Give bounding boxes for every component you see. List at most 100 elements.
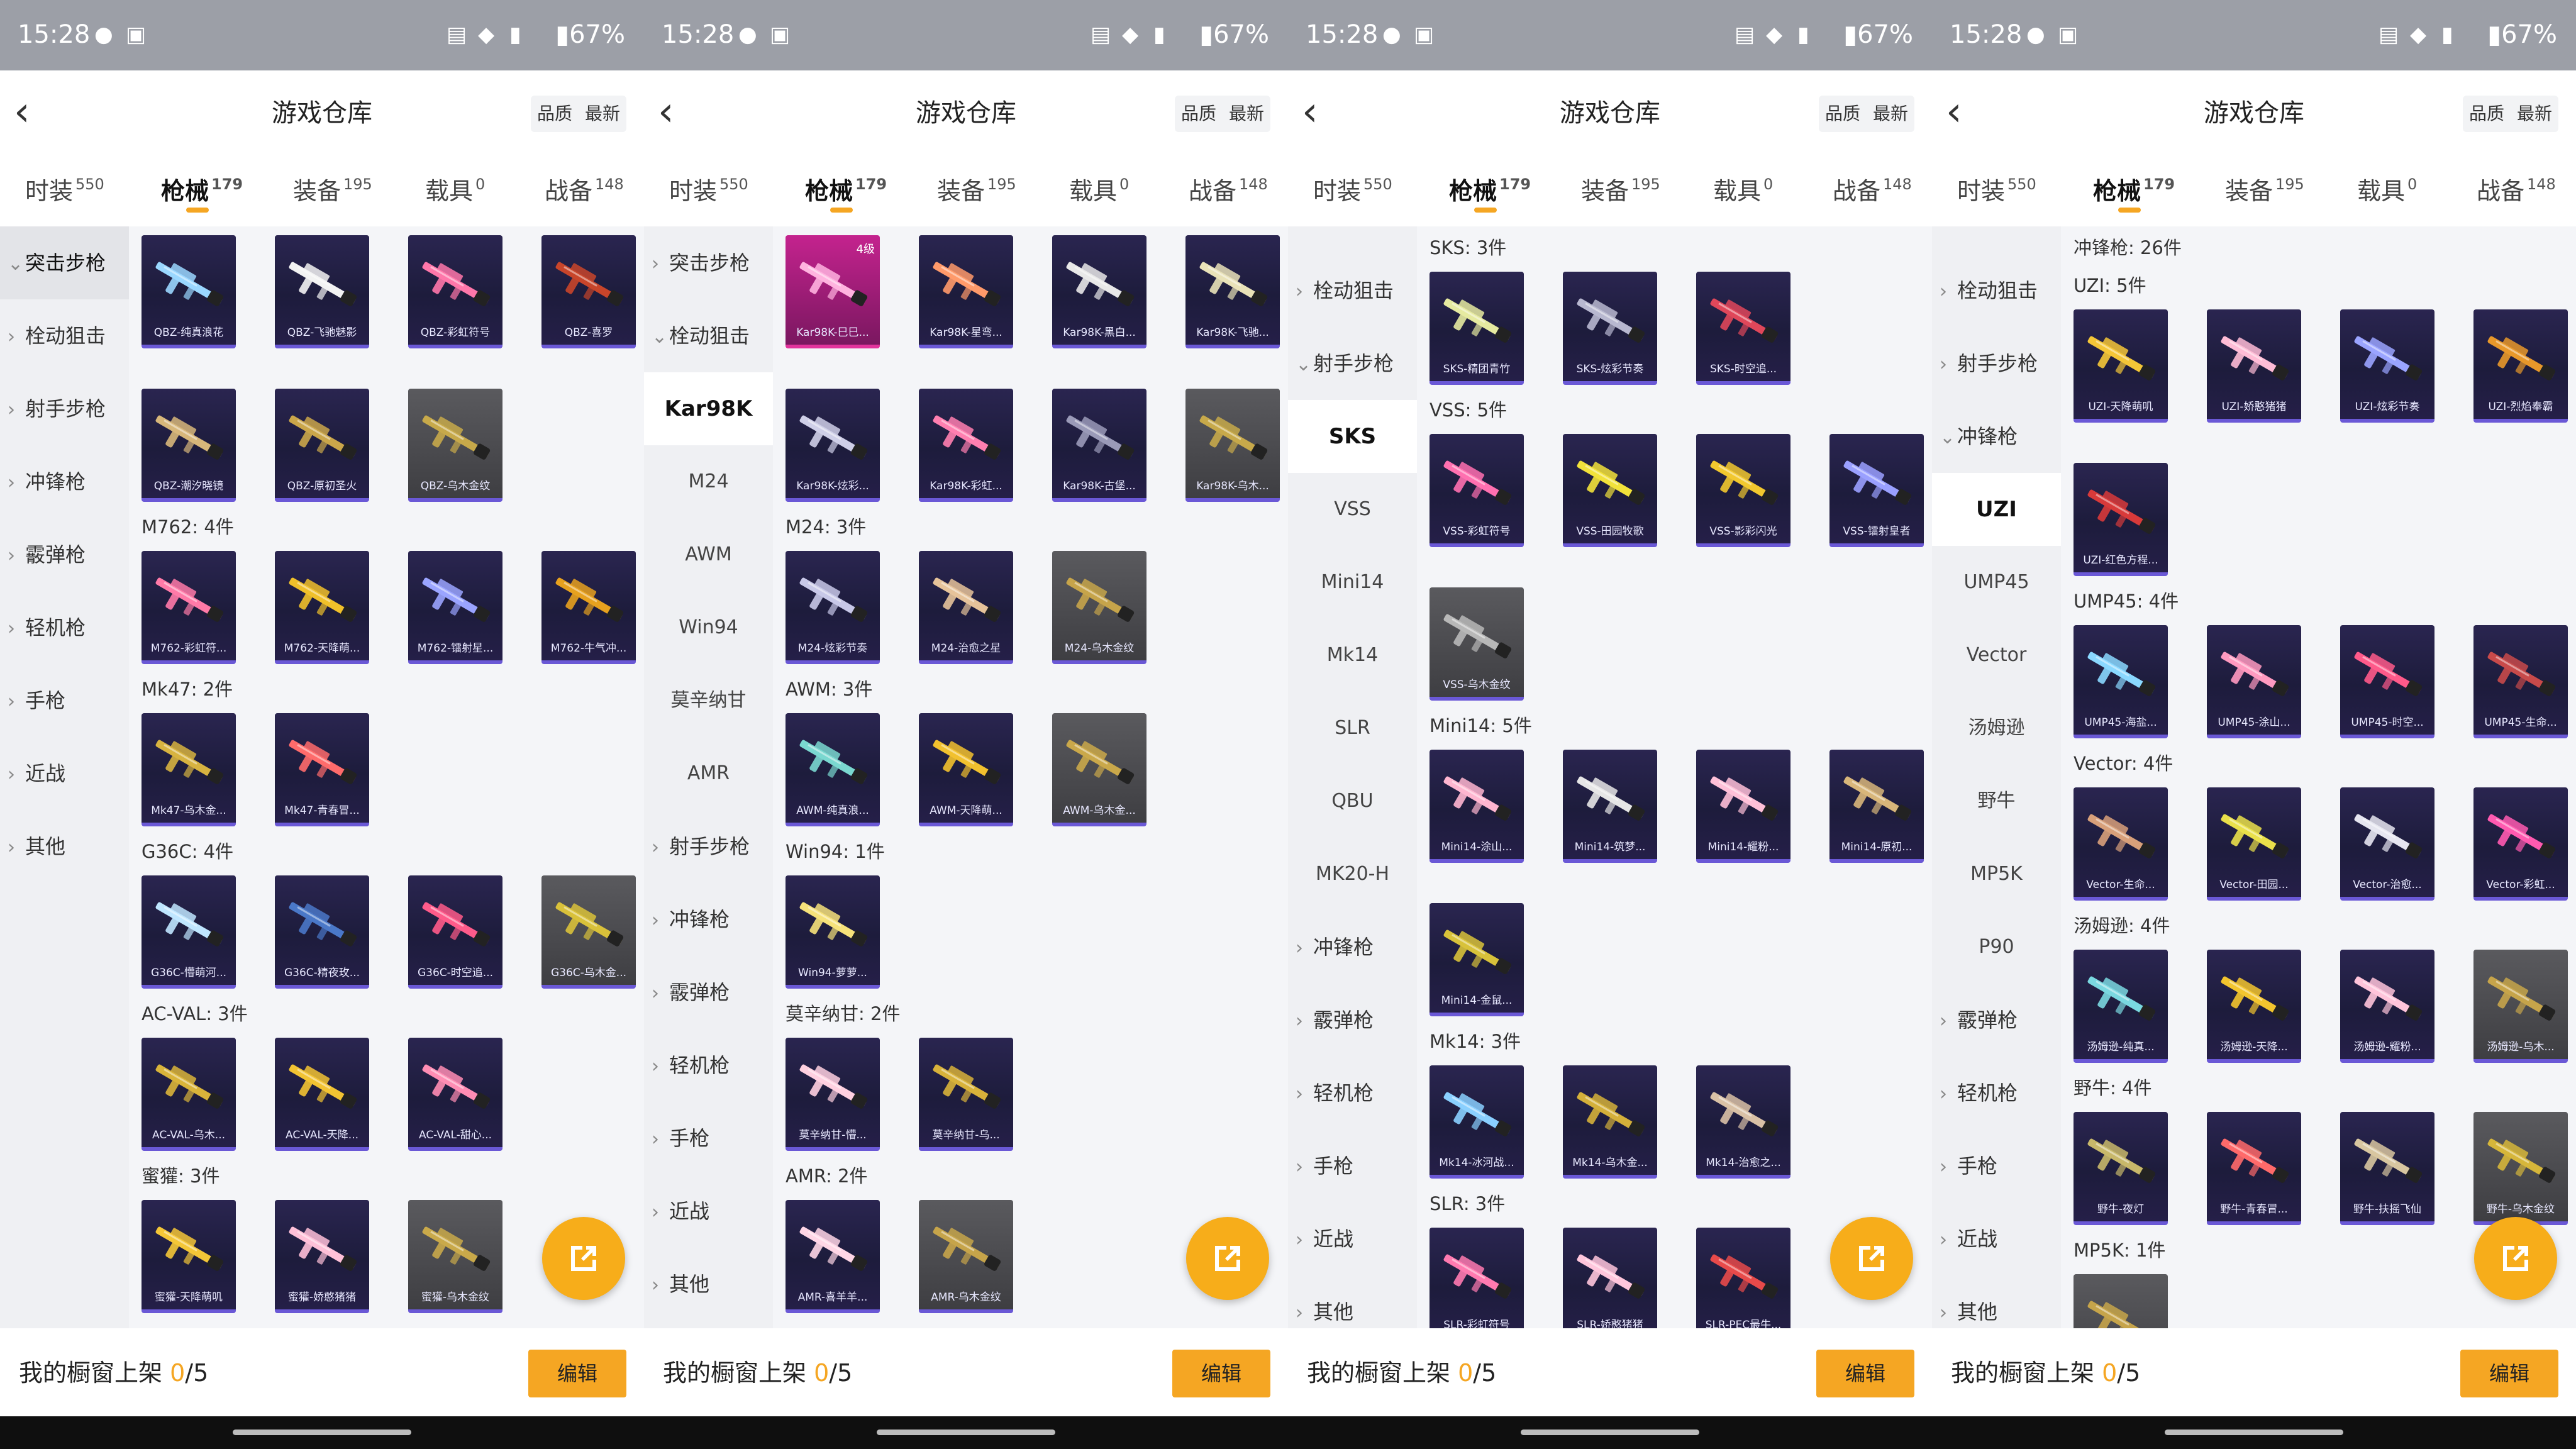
skin-card[interactable]: 野牛-青春冒... [2207,1112,2301,1225]
skin-card[interactable]: QBZ-潮汐晓镜 [142,389,236,502]
skin-card[interactable]: QBZ-喜罗 [541,235,636,348]
sidebar-category[interactable]: › 其他 [644,1248,773,1321]
sidebar-subcategory[interactable]: Vector [1932,619,2061,692]
sidebar-category[interactable]: › 轻机枪 [1288,1057,1417,1130]
sidebar-subcategory[interactable]: MK20-H [1288,838,1417,911]
skin-card[interactable]: Mini14-涂山... [1430,750,1524,863]
sidebar-subcategory[interactable]: VSS [1288,473,1417,546]
skin-card[interactable]: VSS-田园牧歌 [1563,434,1657,547]
home-gesture-handle[interactable] [1521,1430,1699,1435]
skin-card[interactable]: Vector-田园... [2207,787,2301,901]
skin-card[interactable]: SKS-精团青竹 [1430,272,1524,385]
sort-latest-button[interactable]: 最新 [2511,96,2558,132]
sidebar-category[interactable]: ⌄冲锋枪 [1932,400,2061,473]
sidebar-category[interactable]: › 射手步枪 [1932,327,2061,400]
skin-card[interactable]: Mk14-冰河战... [1430,1065,1524,1179]
skin-card[interactable]: 莫辛纳甘-乌... [919,1038,1013,1151]
skin-card[interactable]: VSS-镭射皇者 [1829,434,1924,547]
sidebar-category[interactable]: › 手枪 [0,664,129,737]
skin-card[interactable]: VSS-影彩闪光 [1696,434,1790,547]
sidebar-category[interactable]: › 手枪 [1288,1130,1417,1202]
tab-gear[interactable]: 装备 195 [937,174,1016,209]
sidebar-category[interactable]: › 霰弹枪 [644,956,773,1029]
skin-card[interactable]: QBZ-原初圣火 [275,389,369,502]
skin-card[interactable]: 蜜獾-天降萌叽 [142,1200,236,1313]
tab-gear[interactable]: 装备 195 [1581,174,1660,209]
sidebar-category[interactable]: › 栓动狙击 [1932,254,2061,327]
skin-card[interactable]: MP5K-乌木... [2074,1274,2168,1328]
sidebar-subcategory[interactable]: M24 [644,445,773,518]
tab-combat[interactable]: 战备 148 [545,174,624,209]
skin-card[interactable]: 蜜獾-乌木金纹 [408,1200,502,1313]
skin-card[interactable]: AWM-天降萌... [919,713,1013,826]
sidebar-category[interactable]: › 栓动狙击 [0,299,129,372]
skin-card[interactable]: Vector-生命... [2074,787,2168,901]
skin-card[interactable]: QBZ-飞驰魅影 [275,235,369,348]
sort-quality-button[interactable]: 品质 [2463,96,2511,132]
sidebar-subcategory[interactable]: 野牛 [1932,765,2061,838]
sort-quality-button[interactable]: 品质 [1175,96,1223,132]
skin-card[interactable]: 莫辛纳甘-懵... [786,1038,880,1151]
sidebar-category[interactable]: › 近战 [644,1175,773,1248]
skin-card[interactable]: Kar98K-黑白... [1052,235,1146,348]
skin-card[interactable]: VSS-彩虹符号 [1430,434,1524,547]
share-button[interactable] [1186,1217,1269,1300]
skin-card[interactable]: AC-VAL-天降... [275,1038,369,1151]
skin-card[interactable]: M24-炫彩节奏 [786,551,880,664]
tab-vehicle[interactable]: 载具 0 [1713,174,1773,209]
skin-card[interactable]: Vector-彩虹... [2473,787,2568,901]
skin-card[interactable]: UMP45-涂山... [2207,625,2301,738]
skin-card[interactable]: AC-VAL-乌木... [142,1038,236,1151]
skin-card[interactable]: UMP45-生命... [2473,625,2568,738]
tab-vehicle[interactable]: 载具 0 [425,174,485,209]
tab-guns[interactable]: 枪械 179 [805,174,887,209]
tab-combat[interactable]: 战备 148 [2477,174,2556,209]
skin-card[interactable]: M762-天降萌... [275,551,369,664]
sort-latest-button[interactable]: 最新 [1867,96,1914,132]
sidebar-subcategory[interactable]: MP5K [1932,838,2061,911]
sidebar-category[interactable]: › 霰弹枪 [1932,984,2061,1057]
sidebar-subcategory[interactable]: Win94 [644,591,773,664]
skin-card[interactable]: M762-牛气冲... [541,551,636,664]
tab-outfit[interactable]: 时装 550 [25,174,104,209]
skin-card[interactable]: Kar98K-乌木... [1185,389,1280,502]
sidebar-category[interactable]: › 突击步枪 [644,226,773,299]
sidebar-category[interactable]: › 近战 [1932,1202,2061,1275]
skin-card[interactable]: Mk47-乌木金... [142,713,236,826]
skin-card[interactable]: UZI-红色方程... [2074,463,2168,576]
sort-quality-button[interactable]: 品质 [1819,96,1867,132]
tab-guns[interactable]: 枪械 179 [1449,174,1531,209]
skin-card[interactable]: Mk14-乌木金... [1563,1065,1657,1179]
skin-card[interactable]: UMP45-海盐... [2074,625,2168,738]
skin-card[interactable]: AWM-乌木金... [1052,713,1146,826]
skin-card[interactable]: M762-彩虹符... [142,551,236,664]
sidebar-category[interactable]: › 轻机枪 [0,591,129,664]
sidebar-category[interactable]: › 其他 [0,810,129,883]
tab-gear[interactable]: 装备 195 [293,174,372,209]
share-button[interactable] [542,1217,625,1300]
skin-card[interactable]: M762-镭射星... [408,551,502,664]
skin-card[interactable]: G36C-精夜玫... [275,875,369,989]
tab-vehicle[interactable]: 载具 0 [1069,174,1129,209]
sidebar-subcategory[interactable]: 汤姆逊 [1932,692,2061,765]
sidebar-subcategory[interactable]: SKS [1288,400,1417,473]
sort-latest-button[interactable]: 最新 [579,96,626,132]
tab-combat[interactable]: 战备 148 [1833,174,1912,209]
tab-combat[interactable]: 战备 148 [1189,174,1268,209]
sort-latest-button[interactable]: 最新 [1223,96,1270,132]
skin-card[interactable]: QBZ-乌木金纹 [408,389,502,502]
sidebar-category[interactable]: › 冲锋枪 [0,445,129,518]
skin-card[interactable]: Kar98K-古堡... [1052,389,1146,502]
skin-card[interactable]: 野牛-乌木金纹 [2473,1112,2568,1225]
sidebar-subcategory[interactable]: P90 [1932,911,2061,984]
sidebar-subcategory[interactable]: AMR [644,737,773,810]
skin-card[interactable]: G36C-时空追... [408,875,502,989]
sidebar-category[interactable]: › 栓动狙击 [1288,254,1417,327]
skin-card[interactable]: SLR-PEC最牛... [1696,1228,1790,1328]
sidebar-category[interactable]: ⌄射手步枪 [1288,327,1417,400]
skin-card[interactable]: Kar98K-星弯... [919,235,1013,348]
skin-card[interactable]: 汤姆逊-乌木... [2473,950,2568,1063]
skin-card[interactable]: M24-治愈之星 [919,551,1013,664]
sidebar-category[interactable]: › 其他 [1288,1275,1417,1328]
skin-card[interactable]: UZI-烈焰奉霸 [2473,309,2568,423]
